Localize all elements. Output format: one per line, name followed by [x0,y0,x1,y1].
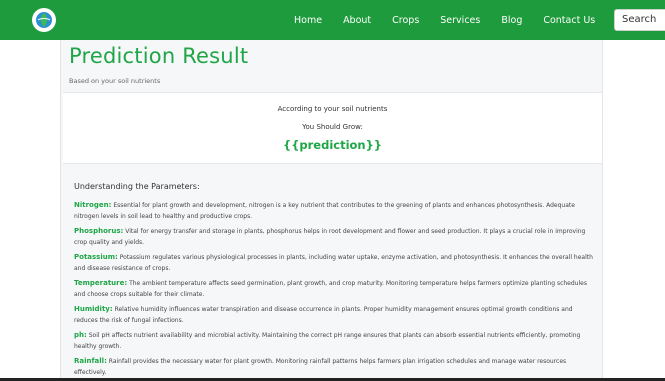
param-text: Vital for energy transfer and storage in… [74,228,586,246]
nav-link-blog[interactable]: Blog [501,15,522,26]
prediction-box: According to your soil nutrients You Sho… [63,92,602,164]
top-navbar: Home About Crops Services Blog Contact U… [0,0,665,40]
param-name: Temperature: [74,279,128,287]
param-ph: ph: Soil pH affects nutrient availabilit… [74,330,594,352]
nav-link-home[interactable]: Home [294,15,322,26]
param-name: Potassium: [74,253,118,261]
prediction-value: {{prediction}} [283,138,382,152]
parameters-section: Understanding the Parameters: Nitrogen: … [74,182,594,381]
leaf-globe-icon[interactable] [32,8,56,32]
nav-link-contact[interactable]: Contact Us [543,15,595,26]
nav-link-services[interactable]: Services [440,15,480,26]
param-text: Potassium regulates various physiologica… [74,254,593,272]
parameters-heading: Understanding the Parameters: [74,182,200,191]
param-text: Relative humidity influences water trans… [74,306,573,324]
nav-link-about[interactable]: About [343,15,371,26]
param-rainfall: Rainfall: Rainfall provides the necessar… [74,356,594,378]
param-text: Rainfall provides the necessary water fo… [74,358,567,376]
param-temperature: Temperature: The ambient temperature aff… [74,278,594,300]
param-nitrogen: Nitrogen: Essential for plant growth and… [74,200,594,222]
param-phosphorus: Phosphorus: Vital for energy transfer an… [74,226,594,248]
param-text: Essential for plant growth and developme… [74,202,575,220]
nav-links: Home About Crops Services Blog Contact U… [294,0,616,40]
param-humidity: Humidity: Relative humidity influences w… [74,304,594,326]
result-card: Prediction Result Based on your soil nut… [60,40,603,381]
param-name: Nitrogen: [74,201,112,209]
param-potassium: Potassium: Potassium regulates various p… [74,252,594,274]
param-name: Phosphorus: [74,227,124,235]
search-input[interactable]: Search [614,9,665,31]
param-text: The ambient temperature affects seed ger… [74,280,587,298]
param-name: Rainfall: [74,357,107,365]
nav-link-crops[interactable]: Crops [392,15,419,26]
page-title: Prediction Result [69,44,249,68]
param-text: Soil pH affects nutrient availability an… [74,332,581,350]
param-name: ph: [74,331,87,339]
result-label: You Should Grow: [302,123,363,131]
page-subtitle: Based on your soil nutrients [69,77,161,85]
param-name: Humidity: [74,305,113,313]
result-intro: According to your soil nutrients [277,105,388,113]
